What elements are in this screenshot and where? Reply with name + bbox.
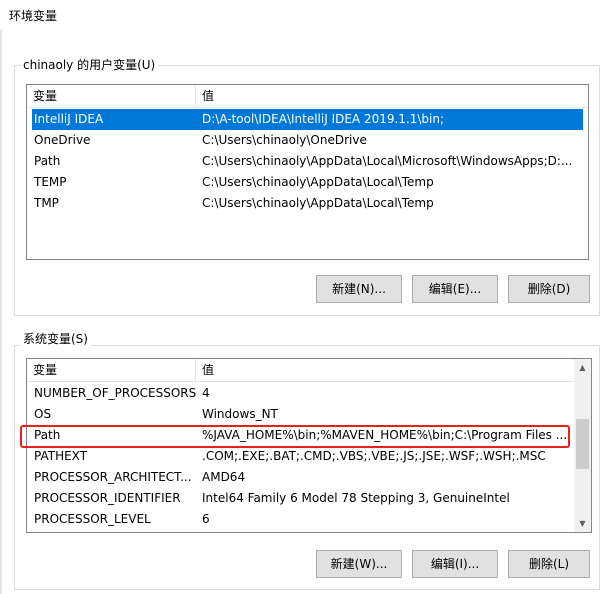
system-edit-button[interactable]: 编辑(I)...	[412, 550, 498, 578]
environment-variables-dialog: 环境变量 chinaoly 的用户变量(U) 变量 值 IntelliJ IDE…	[0, 0, 610, 594]
left-edge	[0, 30, 2, 594]
system-var-row-name: PROCESSOR_LEVEL	[34, 512, 151, 526]
user-var-row[interactable]: Path C:\Users\chinaoly\AppData\Local\Micr…	[27, 151, 588, 172]
system-var-row-value: 6	[202, 512, 210, 526]
user-vars-group-label: chinaoly 的用户变量(U)	[20, 58, 159, 72]
system-vars-list-header: 变量 值	[27, 359, 591, 382]
user-var-row-name: OneDrive	[34, 133, 91, 147]
title-bar[interactable]: 环境变量	[0, 0, 610, 30]
user-var-row-name: Path	[34, 154, 61, 168]
system-vars-list[interactable]: 变量 值 NUMBER_OF_PROCESSORS 4 OS Windows_NT Pa…	[26, 358, 592, 533]
system-var-row[interactable]: Path %JAVA_HOME%\bin;%MAVEN_HOME%\bin;C:\…	[27, 425, 573, 446]
user-var-row[interactable]: OneDrive C:\Users\chinaoly\OneDrive	[27, 130, 588, 151]
user-var-row-value: C:\Users\chinaoly\AppData\Local\Temp	[202, 175, 434, 189]
user-edit-button[interactable]: 编辑(E)...	[412, 275, 498, 303]
system-new-button[interactable]: 新建(W)...	[316, 550, 402, 578]
user-vars-list[interactable]: 变量 值 IntelliJ IDEA D:\A-tool\IDEA\Intelli…	[26, 84, 589, 260]
user-var-row-value: C:\Users\chinaoly\AppData\Local\Temp	[202, 196, 434, 210]
user-new-button[interactable]: 新建(N)...	[316, 275, 402, 303]
system-var-row[interactable]: OS Windows_NT	[27, 404, 573, 425]
user-var-row-value: D:\A-tool\IDEA\IntelliJ IDEA 2019.1.1\bi…	[202, 112, 445, 126]
user-var-row-name: TEMP	[34, 175, 67, 189]
scroll-thumb[interactable]	[576, 419, 589, 469]
system-var-row-value: .COM;.EXE;.BAT;.CMD;.VBS;.VBE;.JS;.JSE;.…	[202, 449, 546, 463]
system-var-row-value: Intel64 Family 6 Model 78 Stepping 3, Ge…	[202, 491, 510, 505]
system-var-row[interactable]: PROCESSOR_IDENTIFIER Intel64 Family 6 Mod…	[27, 488, 573, 509]
scroll-down-arrow-icon[interactable]: ▼	[574, 515, 591, 532]
system-var-row-name: PATHEXT	[34, 449, 88, 463]
system-var-row-value: Windows_NT	[202, 407, 278, 421]
scroll-up-arrow-icon[interactable]: ▲	[574, 359, 591, 376]
user-delete-button[interactable]: 删除(D)	[508, 275, 590, 303]
system-vars-group-label: 系统变量(S)	[20, 332, 91, 346]
system-vars-column-value[interactable]: 值	[196, 359, 576, 381]
user-var-row-value: C:\Users\chinaoly\AppData\Local\Microsof…	[202, 154, 573, 168]
user-var-row-value: C:\Users\chinaoly\OneDrive	[202, 133, 367, 147]
system-var-row[interactable]: NUMBER_OF_PROCESSORS 4	[27, 383, 573, 404]
system-var-row-name: OS	[34, 407, 52, 421]
system-var-row-value: %JAVA_HOME%\bin;%MAVEN_HOME%\bin;C:\Prog…	[202, 428, 568, 442]
system-var-row-name: NUMBER_OF_PROCESSORS	[34, 386, 196, 400]
user-var-row-name: IntelliJ IDEA	[34, 112, 104, 126]
system-vars-column-name[interactable]: 变量	[27, 359, 195, 381]
system-var-row-name: PROCESSOR_IDENTIFIER	[34, 491, 181, 505]
system-var-row-name: PROCESSOR_ARCHITECT...	[34, 470, 192, 484]
window-title: 环境变量	[9, 9, 58, 23]
user-vars-list-header: 变量 值	[27, 85, 588, 108]
system-var-row[interactable]: PROCESSOR_LEVEL 6	[27, 509, 573, 530]
system-var-row[interactable]: PROCESSOR_ARCHITECT... AMD64	[27, 467, 573, 488]
user-var-row-name: TMP	[34, 196, 59, 210]
system-var-row-value: 4	[202, 386, 210, 400]
user-vars-column-value[interactable]: 值	[196, 85, 576, 107]
system-var-row-value: AMD64	[202, 470, 246, 484]
user-var-row[interactable]: TMP C:\Users\chinaoly\AppData\Local\Temp	[27, 193, 588, 214]
system-vars-scrollbar[interactable]: ▲ ▼	[574, 359, 591, 532]
system-var-row[interactable]: PATHEXT .COM;.EXE;.BAT;.CMD;.VBS;.VBE;.JS…	[27, 446, 573, 467]
user-vars-column-name[interactable]: 变量	[27, 85, 195, 107]
user-var-row[interactable]: TEMP C:\Users\chinaoly\AppData\Local\Temp	[27, 172, 588, 193]
system-var-row-name: Path	[34, 428, 61, 442]
user-var-row[interactable]: IntelliJ IDEA D:\A-tool\IDEA\IntelliJ IDE…	[32, 109, 583, 130]
system-delete-button[interactable]: 删除(L)	[508, 550, 590, 578]
